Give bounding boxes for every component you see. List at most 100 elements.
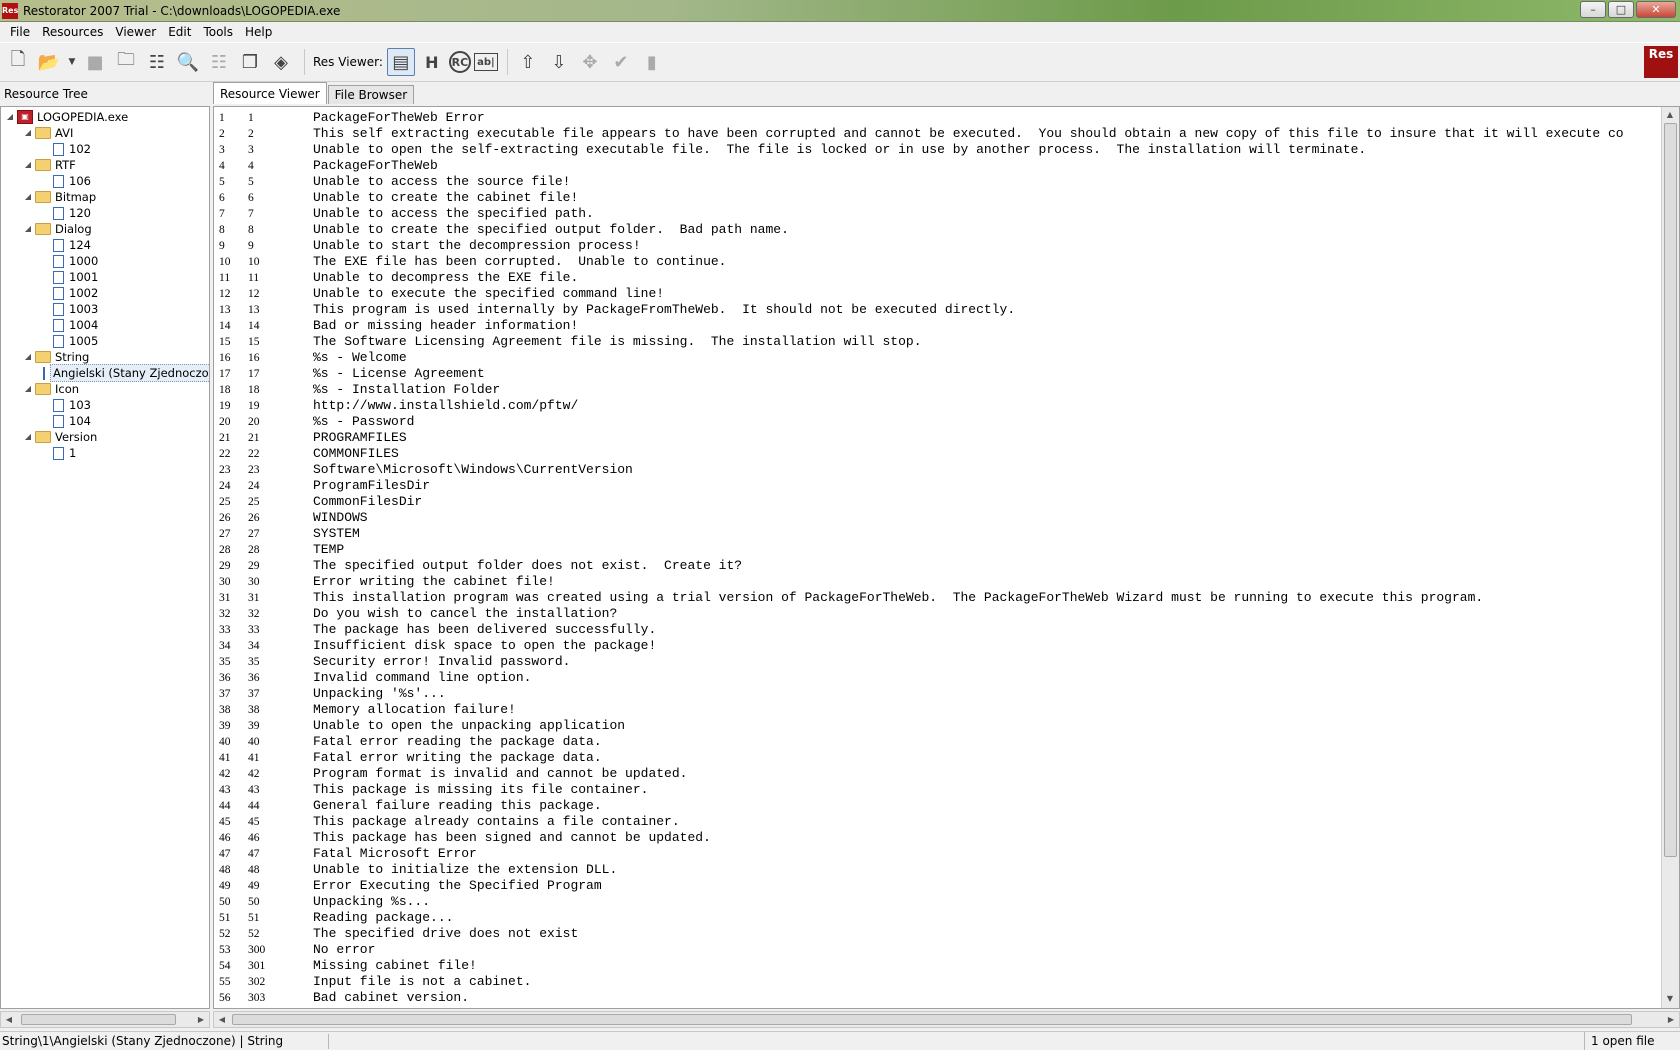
string-row[interactable]: 42 42 Program format is invalid and cannot… — [214, 766, 1661, 782]
tree-node[interactable]: 1003 — [1, 301, 209, 317]
menu-edit[interactable]: Edit — [162, 22, 197, 42]
expand-arrow-icon[interactable]: ◢ — [23, 157, 33, 173]
search-icon[interactable]: 🔍 — [174, 48, 202, 76]
string-row[interactable]: 40 40 Fatal error reading the package data… — [214, 734, 1661, 750]
string-row[interactable]: 27 27 SYSTEM — [214, 526, 1661, 542]
string-row[interactable]: 50 50 Unpacking %s... — [214, 894, 1661, 910]
menu-file[interactable]: File — [4, 22, 36, 42]
string-row[interactable]: 51 51 Reading package... — [214, 910, 1661, 926]
viewer-horizontal-scrollbar[interactable]: ◀ ▶ — [213, 1011, 1680, 1028]
page-icon[interactable]: ▮ — [638, 48, 666, 76]
arrow-down-icon[interactable]: ⇩ — [545, 48, 573, 76]
book-icon[interactable]: ◈ — [267, 48, 295, 76]
string-row[interactable]: 13 13 This program is used internally by P… — [214, 302, 1661, 318]
scrollbar-thumb[interactable] — [1664, 123, 1677, 857]
open-file-icon[interactable]: 📂 — [35, 48, 63, 76]
scroll-down-icon[interactable]: ▼ — [1662, 991, 1678, 1006]
tree-node[interactable]: 106 — [1, 173, 209, 189]
menu-resources[interactable]: Resources — [36, 22, 109, 42]
string-row[interactable]: 46 46 This package has been signed and can… — [214, 830, 1661, 846]
check-icon[interactable]: ✔ — [607, 48, 635, 76]
string-row[interactable]: 36 36 Invalid command line option. — [214, 670, 1661, 686]
string-row[interactable]: 29 29 The specified output folder does not… — [214, 558, 1661, 574]
string-row[interactable]: 15 15 The Software Licensing Agreement fil… — [214, 334, 1661, 350]
tree-node[interactable]: Angielski (Stany Zjednoczone) — [1, 364, 209, 382]
copy-icon[interactable]: ❐ — [236, 48, 264, 76]
string-row[interactable]: 7 7 Unable to access the specified path. — [214, 206, 1661, 222]
string-row[interactable]: 16 16 %s - Welcome — [214, 350, 1661, 366]
tree-node[interactable]: 102 — [1, 141, 209, 157]
save-icon[interactable]: ■ — [81, 48, 109, 76]
menu-viewer[interactable]: Viewer — [109, 22, 162, 42]
menu-help[interactable]: Help — [239, 22, 278, 42]
tree-node[interactable]: ◢ Dialog — [1, 221, 209, 237]
viewer-mode-icon[interactable]: ▤ — [386, 48, 415, 76]
tree-node[interactable]: 124 — [1, 237, 209, 253]
string-row[interactable]: 56 303 Bad cabinet version. — [214, 990, 1661, 1006]
tree-node[interactable]: ◢ RTF — [1, 157, 209, 173]
resource-tree[interactable]: ◢ ▣ LOGOPEDIA.exe ◢ AVI 102 ◢ RTF 106 ◢ Bitmap 120 ◢… — [0, 106, 210, 1009]
expand-arrow-icon[interactable]: ◢ — [5, 109, 15, 125]
tree-disabled-icon[interactable]: ☷ — [205, 48, 233, 76]
string-row[interactable]: 18 18 %s - Installation Folder — [214, 382, 1661, 398]
string-row[interactable]: 17 17 %s - License Agreement — [214, 366, 1661, 382]
string-row[interactable]: 44 44 General failure reading this package… — [214, 798, 1661, 814]
arrow-up-icon[interactable]: ⇧ — [514, 48, 542, 76]
string-row[interactable]: 21 21 PROGRAMFILES — [214, 430, 1661, 446]
scroll-left-icon[interactable]: ◀ — [1, 1012, 17, 1027]
string-row[interactable]: 20 20 %s - Password — [214, 414, 1661, 430]
string-row[interactable]: 37 37 Unpacking '%s'... — [214, 686, 1661, 702]
string-row[interactable]: 26 26 WINDOWS — [214, 510, 1661, 526]
tree-node[interactable]: ◢ Version — [1, 429, 209, 445]
expand-arrow-icon[interactable]: ◢ — [23, 125, 33, 141]
tree-node[interactable]: 1000 — [1, 253, 209, 269]
tree-node[interactable]: ◢ ▣ LOGOPEDIA.exe — [1, 109, 209, 125]
string-row[interactable]: 11 11 Unable to decompress the EXE file. — [214, 270, 1661, 286]
string-row[interactable]: 39 39 Unable to open the unpacking applica… — [214, 718, 1661, 734]
tree-node[interactable]: 1005 — [1, 333, 209, 349]
hex-mode-icon[interactable]: H — [418, 48, 446, 76]
scrollbar-thumb[interactable] — [21, 1014, 176, 1025]
string-row[interactable]: 49 49 Error Executing the Specified Progra… — [214, 878, 1661, 894]
tree-node[interactable]: ◢ Icon — [1, 381, 209, 397]
minimize-button[interactable]: – — [1580, 1, 1606, 18]
tree-node[interactable]: ◢ Bitmap — [1, 189, 209, 205]
scroll-right-icon[interactable]: ▶ — [193, 1012, 209, 1027]
string-row[interactable]: 24 24 ProgramFilesDir — [214, 478, 1661, 494]
tree-node[interactable]: 120 — [1, 205, 209, 221]
string-row[interactable]: 32 32 Do you wish to cancel the installati… — [214, 606, 1661, 622]
string-row[interactable]: 41 41 Fatal error writing the package data… — [214, 750, 1661, 766]
tree-node[interactable]: 1 — [1, 445, 209, 461]
tab-file-browser[interactable]: File Browser — [327, 85, 415, 104]
open-folder-icon[interactable]: 🗀 — [112, 48, 140, 76]
expand-arrow-icon[interactable]: ◢ — [23, 189, 33, 205]
tree-icon[interactable]: ☷ — [143, 48, 171, 76]
text-mode-icon[interactable]: ab| — [473, 53, 498, 71]
string-table-viewer[interactable]: 1 1 PackageForTheWeb Error 2 2 This self extr… — [213, 106, 1680, 1009]
string-row[interactable]: 47 47 Fatal Microsoft Error — [214, 846, 1661, 862]
string-row[interactable]: 6 6 Unable to create the cabinet file! — [214, 190, 1661, 206]
string-row[interactable]: 14 14 Bad or missing header information! — [214, 318, 1661, 334]
string-row[interactable]: 45 45 This package already contains a file… — [214, 814, 1661, 830]
string-row[interactable]: 53 300 No error — [214, 942, 1661, 958]
string-row[interactable]: 54 301 Missing cabinet file! — [214, 958, 1661, 974]
tree-node[interactable]: ◢ AVI — [1, 125, 209, 141]
string-row[interactable]: 43 43 This package is missing its file con… — [214, 782, 1661, 798]
maximize-button[interactable]: □ — [1608, 1, 1634, 18]
string-row[interactable]: 35 35 Security error! Invalid password. — [214, 654, 1661, 670]
app-icon[interactable]: Res — [2, 2, 18, 19]
open-dropdown-icon[interactable]: ▼ — [66, 48, 78, 76]
expand-arrow-icon[interactable]: ◢ — [23, 221, 33, 237]
rc-mode-icon[interactable]: RC — [448, 51, 471, 73]
string-row[interactable]: 23 23 Software\Microsoft\Windows\CurrentVe… — [214, 462, 1661, 478]
string-row[interactable]: 34 34 Insufficient disk space to open the … — [214, 638, 1661, 654]
string-row[interactable]: 25 25 CommonFilesDir — [214, 494, 1661, 510]
tree-node[interactable]: ◢ String — [1, 349, 209, 365]
tab-resource-viewer[interactable]: Resource Viewer — [213, 82, 327, 104]
scrollbar-thumb[interactable] — [232, 1014, 1632, 1025]
string-row[interactable]: 4 4 PackageForTheWeb — [214, 158, 1661, 174]
scroll-up-icon[interactable]: ▲ — [1662, 107, 1678, 122]
viewer-vertical-scrollbar[interactable]: ▲ ▼ — [1661, 107, 1679, 1008]
string-row[interactable]: 3 3 Unable to open the self-extracting exe… — [214, 142, 1661, 158]
string-row[interactable]: 19 19 http://www.installshield.com/pftw/ — [214, 398, 1661, 414]
